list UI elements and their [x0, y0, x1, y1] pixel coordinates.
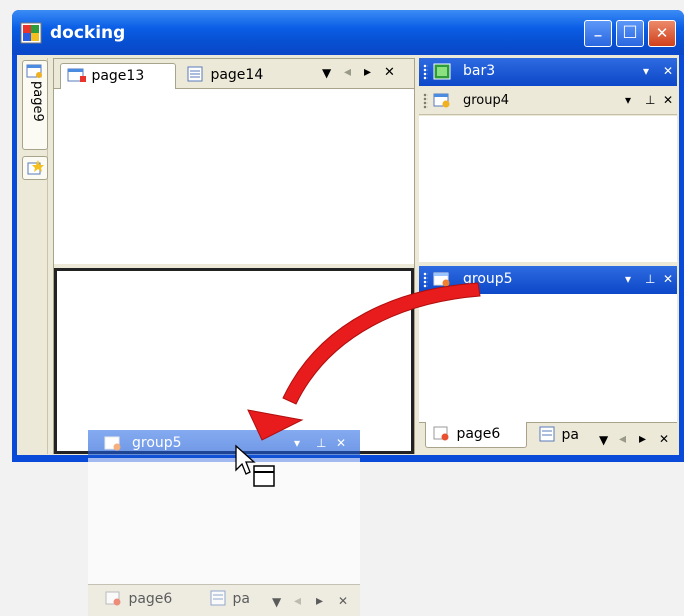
page-icon: [26, 64, 42, 78]
pane-close-icon[interactable]: ✕: [663, 272, 673, 286]
floating-drag-preview: group5 ▾ ⊥ ✕ page6 pa ▼ ◂ ▸ ✕: [88, 430, 360, 616]
group4-header[interactable]: group4 ▾ ⊥ ✕: [419, 87, 677, 115]
drag-grip[interactable]: [423, 272, 428, 288]
group4-content: [419, 116, 677, 262]
document-icon: [539, 426, 555, 442]
pane-close-icon[interactable]: ✕: [663, 64, 673, 78]
star-page-icon: [27, 160, 44, 175]
pane-title: group4: [463, 93, 510, 108]
close-tab-icon[interactable]: ✕: [338, 594, 348, 608]
pane-menu-icon[interactable]: ▾: [643, 64, 649, 78]
group5-content: [419, 294, 677, 422]
tab-label: page6: [128, 591, 173, 607]
app-icon: [20, 22, 42, 44]
minimize-button[interactable]: _: [584, 20, 612, 47]
tab-page6[interactable]: page6: [425, 422, 527, 448]
drag-grip[interactable]: [423, 64, 428, 80]
drag-grip[interactable]: [423, 93, 428, 109]
autohide-sidebar: page9: [20, 58, 48, 454]
group5-bottom-tabs: page6 pa ▼ ◂ ▸ ✕: [419, 422, 677, 454]
group-icon: [433, 93, 450, 108]
document-icon: [210, 590, 226, 606]
close-tab-icon[interactable]: ✕: [659, 432, 669, 446]
floating-content: [88, 458, 360, 584]
close-icon: ✕: [655, 24, 669, 42]
pane-close-icon[interactable]: ✕: [336, 436, 346, 450]
tab-list-icon[interactable]: ▼: [272, 595, 281, 609]
bar3-header[interactable]: bar3 ▾ ✕: [419, 58, 677, 86]
document-tabstrip: page13 page14 ▼ ◂ ▸ ✕: [54, 59, 414, 89]
toolbar-icon: [433, 63, 451, 80]
tab-page14[interactable]: page14: [180, 63, 290, 89]
close-button[interactable]: ✕: [648, 20, 676, 47]
tab-label: page14: [210, 67, 264, 83]
group-icon: [433, 272, 450, 287]
window-title: docking: [50, 23, 126, 43]
tab-label: page6: [456, 426, 501, 442]
group-icon: [104, 436, 121, 451]
tab-label: page13: [91, 68, 145, 84]
sidebar-tab-label: page9: [30, 81, 45, 122]
tab-label: pa: [561, 427, 579, 443]
tab-pa[interactable]: pa: [533, 423, 583, 449]
tab-pa[interactable]: pa: [204, 587, 254, 613]
scroll-left-icon[interactable]: ◂: [294, 593, 301, 609]
maximize-icon: □: [622, 21, 638, 40]
sidebar-tab-extra[interactable]: [22, 156, 48, 180]
pane-menu-icon[interactable]: ▾: [625, 272, 631, 286]
page-icon: [105, 591, 121, 606]
floating-header[interactable]: group5 ▾ ⊥ ✕: [88, 430, 360, 458]
scroll-right-icon[interactable]: ▸: [364, 64, 371, 80]
title-bar[interactable]: docking _ □ ✕: [12, 10, 684, 55]
tab-label: pa: [232, 591, 250, 607]
maximize-button[interactable]: □: [616, 20, 644, 47]
main-window: docking _ □ ✕ page9 page13 page14 ▼ ◂ ▸ …: [12, 10, 684, 462]
floating-bottom-tabs: page6 pa ▼ ◂ ▸ ✕: [88, 584, 360, 616]
sidebar-tab-page9[interactable]: page9: [22, 60, 48, 150]
scroll-left-icon[interactable]: ◂: [619, 431, 626, 447]
document-icon: [187, 66, 203, 82]
page-icon: [433, 426, 449, 441]
floating-title: group5: [132, 435, 182, 451]
pane-title: bar3: [463, 63, 496, 79]
pane-menu-icon[interactable]: ▾: [294, 436, 300, 450]
client-area: page9 page13 page14 ▼ ◂ ▸ ✕ bar3 ▾ ✕ gro…: [17, 55, 679, 455]
dock-drop-target: [54, 268, 414, 454]
pane-close-icon[interactable]: ✕: [663, 93, 673, 107]
scroll-right-icon[interactable]: ▸: [639, 431, 646, 447]
right-dock-area: bar3 ▾ ✕ group4 ▾ ⊥ ✕ group5 ▾ ⊥ ✕ page6…: [419, 58, 677, 454]
page-icon: [67, 68, 86, 82]
tab-list-icon[interactable]: ▼: [599, 433, 608, 447]
pane-title: group5: [463, 271, 513, 287]
group5-header[interactable]: group5 ▾ ⊥ ✕: [419, 266, 677, 294]
tab-page6[interactable]: page6: [98, 587, 198, 613]
pin-icon[interactable]: ⊥: [645, 93, 655, 107]
close-tab-icon[interactable]: ✕: [384, 65, 395, 80]
minimize-icon: _: [594, 21, 602, 37]
tab-list-icon[interactable]: ▼: [322, 66, 331, 80]
pane-menu-icon[interactable]: ▾: [625, 93, 631, 107]
document-content[interactable]: [54, 90, 414, 264]
pin-icon[interactable]: ⊥: [645, 272, 655, 286]
scroll-right-icon[interactable]: ▸: [316, 593, 323, 609]
tab-page13[interactable]: page13: [60, 63, 176, 89]
scroll-left-icon[interactable]: ◂: [344, 64, 351, 80]
pin-icon[interactable]: ⊥: [316, 436, 326, 450]
document-area: page13 page14 ▼ ◂ ▸ ✕: [53, 58, 415, 454]
